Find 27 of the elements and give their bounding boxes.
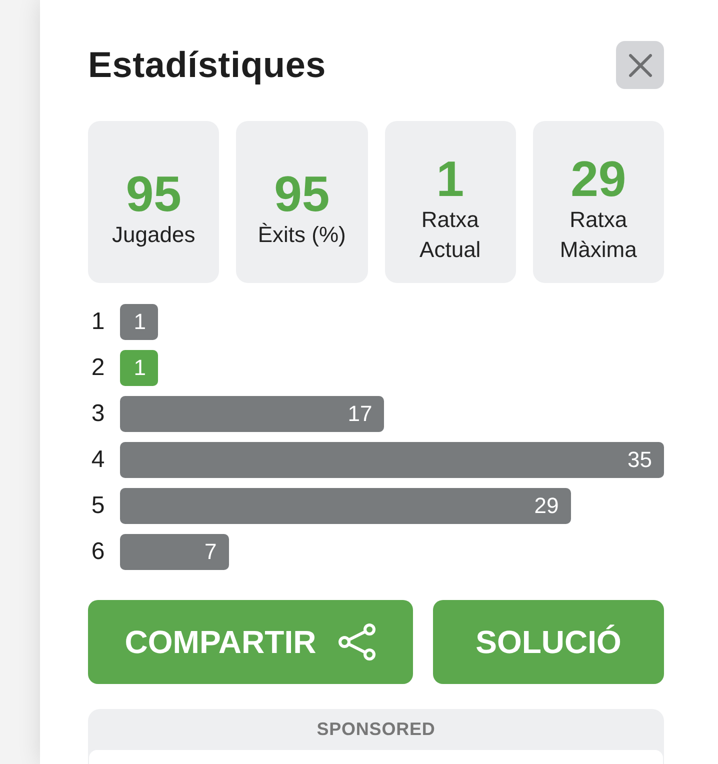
- close-button[interactable]: [616, 41, 664, 89]
- bar-count: 1: [134, 357, 146, 379]
- bar-count: 17: [348, 403, 372, 425]
- guess-number: 4: [90, 446, 106, 474]
- bar-count: 35: [628, 449, 652, 471]
- sponsor-label: SPONSORED: [316, 718, 436, 741]
- stat-value: 1: [436, 152, 464, 206]
- stat-label: Ratxa Actual: [418, 206, 482, 264]
- bar-count: 7: [204, 541, 217, 563]
- share-icon: [338, 623, 376, 661]
- guess-number: 5: [90, 492, 106, 520]
- stat-label: Ratxa Màxima: [558, 206, 638, 264]
- guess-number: 6: [90, 538, 106, 566]
- stat-value: 29: [570, 152, 626, 206]
- share-button[interactable]: COMPARTIR: [88, 600, 413, 684]
- guess-number: 1: [90, 308, 106, 336]
- guess-number: 2: [90, 354, 106, 382]
- stat-label: Jugades: [112, 221, 196, 250]
- bar-count: 29: [534, 495, 559, 517]
- bar-count: 1: [134, 311, 146, 333]
- stat-value: 95: [274, 168, 330, 220]
- dialog-title: Estadístiques: [88, 44, 326, 86]
- guess-number: 3: [90, 400, 106, 428]
- solution-button[interactable]: SOLUCIÓ: [433, 600, 664, 684]
- close-icon: [628, 54, 652, 76]
- stat-label: Èxits (%): [258, 221, 346, 250]
- stat-value: 95: [126, 168, 182, 220]
